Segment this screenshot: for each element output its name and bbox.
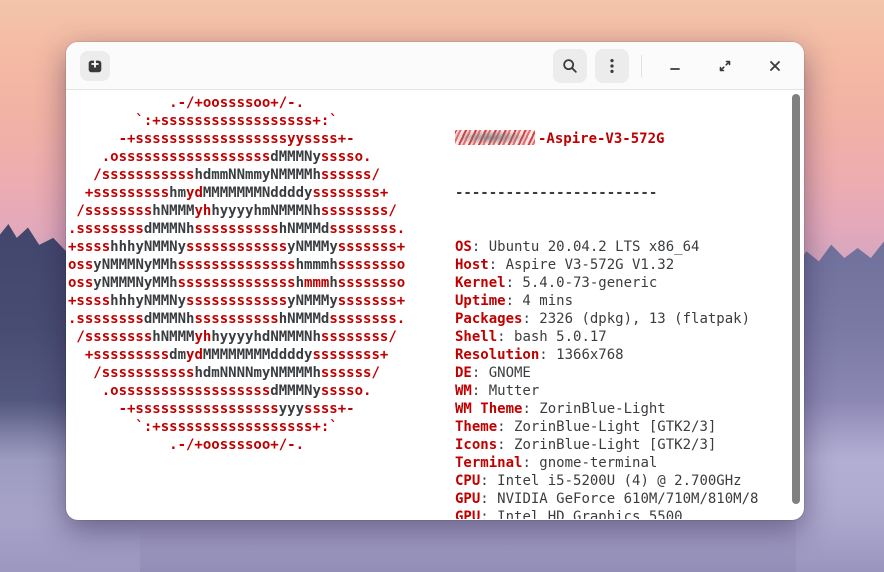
new-tab-icon <box>86 57 104 75</box>
ascii-art-line: .ossssssssssssssssssdMMMNysssso. <box>68 382 405 400</box>
info-line: GPU: NVIDIA GeForce 610M/710M/810M/8 <box>455 490 758 508</box>
info-line: Host: Aspire V3-572G V1.32 <box>455 256 758 274</box>
info-line: CPU: Intel i5-5200U (4) @ 2.700GHz <box>455 472 758 490</box>
ascii-art-line: ossyNMMMNyMMhsssssssssssssshmmmhssssssso <box>68 274 405 292</box>
info-line: Theme: ZorinBlue-Light [GTK2/3] <box>455 418 758 436</box>
ascii-art-line: `:+ssssssssssssssssss+:` <box>68 418 405 436</box>
terminal-window: .-/+oossssoo+/-. `:+ssssssssssssssssss+:… <box>66 42 804 520</box>
info-list: OS: Ubuntu 20.04.2 LTS x86_64Host: Aspir… <box>455 238 758 519</box>
search-icon <box>561 57 579 75</box>
restore-button[interactable] <box>710 51 740 81</box>
info-line: WM: Mutter <box>455 382 758 400</box>
kebab-menu-icon <box>603 57 621 75</box>
minimize-button[interactable] <box>660 51 690 81</box>
hostname-text: -Aspire-V3-572G <box>538 131 664 147</box>
menu-button[interactable] <box>595 49 629 83</box>
titlebar[interactable] <box>66 42 804 90</box>
redaction-scribble <box>455 130 535 145</box>
window-title <box>110 42 553 89</box>
info-line: OS: Ubuntu 20.04.2 LTS x86_64 <box>455 238 758 256</box>
neofetch-header: -Aspire-V3-572G <box>455 130 758 148</box>
ascii-art-line: +sssshhhyNMMNyssssssssssssyNMMMysssssss+ <box>68 238 405 256</box>
ascii-art-line: .ssssssssdMMMNhsssssssssshNMMMdssssssss. <box>68 310 405 328</box>
ascii-art-line: ossyNMMMNyMMhsssssssssssssshmmmhssssssso <box>68 256 405 274</box>
neofetch-info-column: -Aspire-V3-572G ------------------------… <box>455 94 758 519</box>
minimize-icon <box>667 58 683 74</box>
ascii-art-line: .-/+oossssoo+/-. <box>68 436 405 454</box>
info-line: Resolution: 1366x768 <box>455 346 758 364</box>
ascii-art-line: +sssshhhyNMMNyssssssssssssyNMMMysssssss+ <box>68 292 405 310</box>
ascii-art-line: /sssssssshNMMMyhhyyyyhmNMMMNhssssssss/ <box>68 202 405 220</box>
ascii-art-line: +sssssssssdmydMMMMMMMMddddyssssssss+ <box>68 346 405 364</box>
terminal-content[interactable]: .-/+oossssoo+/-. `:+ssssssssssssssssss+:… <box>66 90 804 519</box>
ascii-art-line: -+ssssssssssssssssssyyssss+- <box>68 130 405 148</box>
ascii-art-line: .-/+oossssoo+/-. <box>68 94 405 112</box>
new-tab-button[interactable] <box>80 51 110 81</box>
ascii-art-line: /sssssssshNMMMyhhyyyyhdNMMMNhssssssss/ <box>68 328 405 346</box>
info-line: Shell: bash 5.0.17 <box>455 328 758 346</box>
info-line: Kernel: 5.4.0-73-generic <box>455 274 758 292</box>
ascii-art-line: `:+ssssssssssssssssss+:` <box>68 112 405 130</box>
info-line: Packages: 2326 (dpkg), 13 (flatpak) <box>455 310 758 328</box>
info-line: DE: GNOME <box>455 364 758 382</box>
ascii-art-line: /ssssssssssshdmNNNNmyNMMMMhssssss/ <box>68 364 405 382</box>
ascii-art-line: .ssssssssdMMMNhsssssssssshNMMMdssssssss. <box>68 220 405 238</box>
ascii-art: .-/+oossssoo+/-. `:+ssssssssssssssssss+:… <box>68 94 405 454</box>
info-line: WM Theme: ZorinBlue-Light <box>455 400 758 418</box>
titlebar-divider <box>641 55 642 77</box>
close-icon <box>767 58 783 74</box>
ascii-art-line: .ossssssssssssssssssdMMMNysssso. <box>68 148 405 166</box>
header-underline: ------------------------ <box>455 184 758 202</box>
ascii-art-line: -+sssssssssssssssssyyyssss+- <box>68 400 405 418</box>
scrollbar[interactable] <box>792 94 800 504</box>
info-line: Terminal: gnome-terminal <box>455 454 758 472</box>
info-line: Icons: ZorinBlue-Light [GTK2/3] <box>455 436 758 454</box>
close-button[interactable] <box>760 51 790 81</box>
restore-icon <box>717 58 733 74</box>
info-line: Uptime: 4 mins <box>455 292 758 310</box>
search-button[interactable] <box>553 49 587 83</box>
ascii-art-line: /ssssssssssshdmmNNmmyNMMMMhssssss/ <box>68 166 405 184</box>
ascii-art-line: +ssssssssshmydMMMMMMMNddddyssssssss+ <box>68 184 405 202</box>
info-line: GPU: Intel HD Graphics 5500 <box>455 508 758 519</box>
